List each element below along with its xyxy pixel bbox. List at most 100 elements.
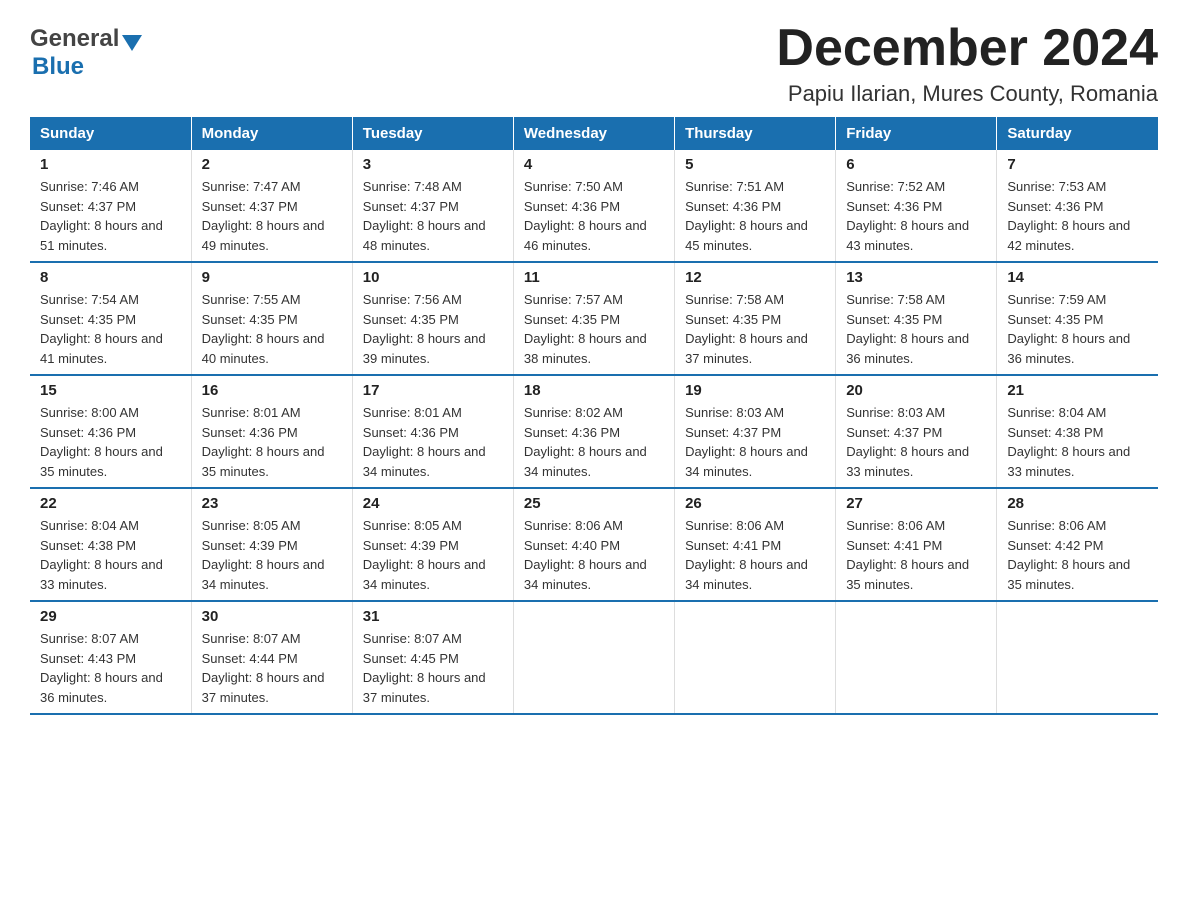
day-info: Sunrise: 7:58 AMSunset: 4:35 PMDaylight:… bbox=[846, 292, 969, 366]
calendar-week-row: 15 Sunrise: 8:00 AMSunset: 4:36 PMDaylig… bbox=[30, 375, 1158, 488]
day-info: Sunrise: 8:00 AMSunset: 4:36 PMDaylight:… bbox=[40, 405, 163, 479]
calendar-day-cell: 4 Sunrise: 7:50 AMSunset: 4:36 PMDayligh… bbox=[513, 150, 674, 262]
day-number: 12 bbox=[685, 269, 825, 286]
day-info: Sunrise: 7:56 AMSunset: 4:35 PMDaylight:… bbox=[363, 292, 486, 366]
calendar-day-cell: 19 Sunrise: 8:03 AMSunset: 4:37 PMDaylig… bbox=[675, 375, 836, 488]
weekday-header: Friday bbox=[836, 117, 997, 150]
calendar-day-cell: 20 Sunrise: 8:03 AMSunset: 4:37 PMDaylig… bbox=[836, 375, 997, 488]
day-info: Sunrise: 8:02 AMSunset: 4:36 PMDaylight:… bbox=[524, 405, 647, 479]
day-number: 9 bbox=[202, 269, 342, 286]
calendar-day-cell: 5 Sunrise: 7:51 AMSunset: 4:36 PMDayligh… bbox=[675, 150, 836, 262]
calendar-day-cell: 30 Sunrise: 8:07 AMSunset: 4:44 PMDaylig… bbox=[191, 601, 352, 714]
calendar-day-cell: 23 Sunrise: 8:05 AMSunset: 4:39 PMDaylig… bbox=[191, 488, 352, 601]
day-info: Sunrise: 8:05 AMSunset: 4:39 PMDaylight:… bbox=[363, 518, 486, 592]
day-number: 8 bbox=[40, 269, 181, 286]
day-number: 22 bbox=[40, 495, 181, 512]
logo-triangle-icon bbox=[122, 35, 142, 51]
day-number: 23 bbox=[202, 495, 342, 512]
day-number: 16 bbox=[202, 382, 342, 399]
calendar-day-cell: 14 Sunrise: 7:59 AMSunset: 4:35 PMDaylig… bbox=[997, 262, 1158, 375]
calendar-day-cell: 29 Sunrise: 8:07 AMSunset: 4:43 PMDaylig… bbox=[30, 601, 191, 714]
day-info: Sunrise: 8:06 AMSunset: 4:41 PMDaylight:… bbox=[846, 518, 969, 592]
calendar-day-cell bbox=[997, 601, 1158, 714]
weekday-header-row: SundayMondayTuesdayWednesdayThursdayFrid… bbox=[30, 117, 1158, 150]
day-info: Sunrise: 7:46 AMSunset: 4:37 PMDaylight:… bbox=[40, 179, 163, 253]
day-number: 27 bbox=[846, 495, 986, 512]
day-number: 26 bbox=[685, 495, 825, 512]
calendar-week-row: 22 Sunrise: 8:04 AMSunset: 4:38 PMDaylig… bbox=[30, 488, 1158, 601]
logo: General Blue bbox=[30, 25, 142, 81]
calendar-day-cell: 7 Sunrise: 7:53 AMSunset: 4:36 PMDayligh… bbox=[997, 150, 1158, 262]
page-header: General Blue December 2024 Papiu Ilarian… bbox=[30, 20, 1158, 107]
day-number: 15 bbox=[40, 382, 181, 399]
day-info: Sunrise: 8:07 AMSunset: 4:44 PMDaylight:… bbox=[202, 631, 325, 705]
calendar-day-cell: 21 Sunrise: 8:04 AMSunset: 4:38 PMDaylig… bbox=[997, 375, 1158, 488]
day-number: 17 bbox=[363, 382, 503, 399]
calendar-day-cell: 17 Sunrise: 8:01 AMSunset: 4:36 PMDaylig… bbox=[352, 375, 513, 488]
day-info: Sunrise: 8:06 AMSunset: 4:41 PMDaylight:… bbox=[685, 518, 808, 592]
calendar-day-cell: 25 Sunrise: 8:06 AMSunset: 4:40 PMDaylig… bbox=[513, 488, 674, 601]
calendar-day-cell: 18 Sunrise: 8:02 AMSunset: 4:36 PMDaylig… bbox=[513, 375, 674, 488]
day-number: 31 bbox=[363, 608, 503, 625]
day-info: Sunrise: 7:58 AMSunset: 4:35 PMDaylight:… bbox=[685, 292, 808, 366]
day-number: 29 bbox=[40, 608, 181, 625]
day-number: 24 bbox=[363, 495, 503, 512]
day-number: 4 bbox=[524, 156, 664, 173]
logo-blue-text: Blue bbox=[32, 53, 84, 81]
weekday-header: Saturday bbox=[997, 117, 1158, 150]
calendar-day-cell: 6 Sunrise: 7:52 AMSunset: 4:36 PMDayligh… bbox=[836, 150, 997, 262]
day-info: Sunrise: 7:55 AMSunset: 4:35 PMDaylight:… bbox=[202, 292, 325, 366]
day-info: Sunrise: 8:04 AMSunset: 4:38 PMDaylight:… bbox=[1007, 405, 1130, 479]
day-number: 20 bbox=[846, 382, 986, 399]
day-info: Sunrise: 8:06 AMSunset: 4:40 PMDaylight:… bbox=[524, 518, 647, 592]
day-info: Sunrise: 7:54 AMSunset: 4:35 PMDaylight:… bbox=[40, 292, 163, 366]
calendar-day-cell: 26 Sunrise: 8:06 AMSunset: 4:41 PMDaylig… bbox=[675, 488, 836, 601]
day-info: Sunrise: 8:01 AMSunset: 4:36 PMDaylight:… bbox=[202, 405, 325, 479]
calendar-day-cell: 12 Sunrise: 7:58 AMSunset: 4:35 PMDaylig… bbox=[675, 262, 836, 375]
day-number: 13 bbox=[846, 269, 986, 286]
calendar-day-cell: 11 Sunrise: 7:57 AMSunset: 4:35 PMDaylig… bbox=[513, 262, 674, 375]
calendar-day-cell: 28 Sunrise: 8:06 AMSunset: 4:42 PMDaylig… bbox=[997, 488, 1158, 601]
day-info: Sunrise: 8:06 AMSunset: 4:42 PMDaylight:… bbox=[1007, 518, 1130, 592]
day-number: 5 bbox=[685, 156, 825, 173]
calendar-week-row: 29 Sunrise: 8:07 AMSunset: 4:43 PMDaylig… bbox=[30, 601, 1158, 714]
calendar-table: SundayMondayTuesdayWednesdayThursdayFrid… bbox=[30, 117, 1158, 715]
day-number: 28 bbox=[1007, 495, 1148, 512]
weekday-header: Tuesday bbox=[352, 117, 513, 150]
title-block: December 2024 Papiu Ilarian, Mures Count… bbox=[776, 20, 1158, 107]
calendar-day-cell: 2 Sunrise: 7:47 AMSunset: 4:37 PMDayligh… bbox=[191, 150, 352, 262]
calendar-day-cell: 1 Sunrise: 7:46 AMSunset: 4:37 PMDayligh… bbox=[30, 150, 191, 262]
day-info: Sunrise: 7:51 AMSunset: 4:36 PMDaylight:… bbox=[685, 179, 808, 253]
calendar-day-cell: 22 Sunrise: 8:04 AMSunset: 4:38 PMDaylig… bbox=[30, 488, 191, 601]
day-number: 1 bbox=[40, 156, 181, 173]
day-info: Sunrise: 8:03 AMSunset: 4:37 PMDaylight:… bbox=[846, 405, 969, 479]
calendar-day-cell: 10 Sunrise: 7:56 AMSunset: 4:35 PMDaylig… bbox=[352, 262, 513, 375]
day-info: Sunrise: 8:05 AMSunset: 4:39 PMDaylight:… bbox=[202, 518, 325, 592]
day-number: 30 bbox=[202, 608, 342, 625]
day-number: 7 bbox=[1007, 156, 1148, 173]
day-number: 10 bbox=[363, 269, 503, 286]
day-info: Sunrise: 7:52 AMSunset: 4:36 PMDaylight:… bbox=[846, 179, 969, 253]
day-info: Sunrise: 8:01 AMSunset: 4:36 PMDaylight:… bbox=[363, 405, 486, 479]
calendar-day-cell: 27 Sunrise: 8:06 AMSunset: 4:41 PMDaylig… bbox=[836, 488, 997, 601]
day-number: 11 bbox=[524, 269, 664, 286]
calendar-day-cell bbox=[513, 601, 674, 714]
day-number: 2 bbox=[202, 156, 342, 173]
calendar-day-cell: 24 Sunrise: 8:05 AMSunset: 4:39 PMDaylig… bbox=[352, 488, 513, 601]
day-info: Sunrise: 7:59 AMSunset: 4:35 PMDaylight:… bbox=[1007, 292, 1130, 366]
calendar-day-cell bbox=[675, 601, 836, 714]
logo-general-text: General bbox=[30, 25, 119, 53]
day-info: Sunrise: 7:48 AMSunset: 4:37 PMDaylight:… bbox=[363, 179, 486, 253]
day-number: 25 bbox=[524, 495, 664, 512]
day-number: 19 bbox=[685, 382, 825, 399]
day-info: Sunrise: 7:53 AMSunset: 4:36 PMDaylight:… bbox=[1007, 179, 1130, 253]
calendar-week-row: 1 Sunrise: 7:46 AMSunset: 4:37 PMDayligh… bbox=[30, 150, 1158, 262]
day-info: Sunrise: 8:07 AMSunset: 4:43 PMDaylight:… bbox=[40, 631, 163, 705]
day-info: Sunrise: 8:03 AMSunset: 4:37 PMDaylight:… bbox=[685, 405, 808, 479]
calendar-day-cell: 8 Sunrise: 7:54 AMSunset: 4:35 PMDayligh… bbox=[30, 262, 191, 375]
day-info: Sunrise: 8:04 AMSunset: 4:38 PMDaylight:… bbox=[40, 518, 163, 592]
calendar-week-row: 8 Sunrise: 7:54 AMSunset: 4:35 PMDayligh… bbox=[30, 262, 1158, 375]
calendar-day-cell: 9 Sunrise: 7:55 AMSunset: 4:35 PMDayligh… bbox=[191, 262, 352, 375]
weekday-header: Sunday bbox=[30, 117, 191, 150]
page-subtitle: Papiu Ilarian, Mures County, Romania bbox=[776, 81, 1158, 107]
